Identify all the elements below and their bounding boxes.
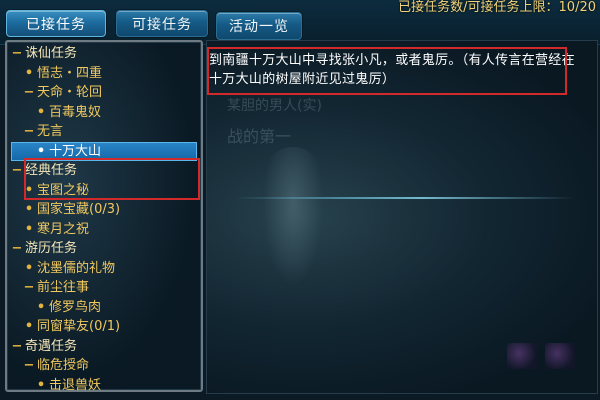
collapse-icon[interactable]: − — [11, 337, 23, 357]
scene-glow-line — [235, 197, 575, 199]
quest-label: 击退兽妖 — [49, 377, 102, 393]
bullet-icon: • — [36, 143, 46, 159]
quest-item-row[interactable]: • 修罗鸟肉 — [11, 298, 197, 318]
quest-label: 悟志・四重 — [37, 65, 103, 81]
quest-label: 修罗鸟肉 — [49, 299, 102, 315]
scene-icon — [545, 343, 575, 369]
scene-faded-text: 战的第一 — [227, 127, 292, 146]
quest-item-row[interactable]: • 寒月之祝 — [11, 220, 197, 240]
quest-description: 到南疆十万大山中寻找张小凡，或者鬼厉。（有人传言在营经在十万大山的树屋附近见过鬼… — [209, 53, 575, 87]
quest-count-label: 已接任务数/可接任务上限：10/20 — [398, 0, 596, 15]
quest-item-row[interactable]: • 悟志・四重 — [11, 64, 197, 84]
quest-label: 无言 — [37, 124, 64, 139]
quest-item-row[interactable]: − 天命・轮回 — [11, 83, 197, 103]
bullet-icon: • — [24, 319, 34, 334]
collapse-icon[interactable]: − — [23, 356, 35, 376]
scene-faded-text: 某胆的男人(实) — [227, 98, 322, 114]
collapse-icon[interactable]: − — [23, 83, 35, 103]
top-bar: 已接任务 可接任务 活动一览 已接任务数/可接任务上限：10/20 — [0, 0, 600, 45]
quest-label: 百毒鬼奴 — [49, 104, 102, 120]
scene-figure — [263, 147, 323, 287]
quest-label: 宝图之秘 — [37, 182, 90, 198]
quest-label: 临危授命 — [37, 358, 90, 373]
quest-item-row[interactable]: • 十万大山 — [11, 141, 197, 161]
collapse-icon[interactable]: − — [11, 239, 23, 259]
tab-available-quests[interactable]: 可接任务 — [116, 10, 208, 37]
quest-label: 游历任务 — [25, 241, 78, 256]
quest-label: 诛仙任务 — [25, 46, 78, 61]
quest-item-row[interactable]: • 宝图之秘 — [11, 181, 197, 201]
quest-item-row[interactable]: − 临危授命 — [11, 356, 197, 376]
quest-label: 同窗挚友(0/1) — [37, 319, 121, 334]
quest-detail-panel: 某胆的男人(实) 战的第一 到南疆十万大山中寻找张小凡，或者鬼厉。（有人传言在营… — [206, 40, 598, 394]
quest-category-row[interactable]: − 奇遇任务 — [11, 337, 197, 357]
quest-label: 国家宝藏(0/3) — [37, 202, 121, 217]
scene-icons — [507, 343, 587, 369]
quest-item-row[interactable]: − 前尘往事 — [11, 278, 197, 298]
quest-item-row[interactable]: − 无言 — [11, 122, 197, 142]
tab-activity-overview[interactable]: 活动一览 — [216, 12, 302, 40]
bullet-icon: • — [24, 221, 34, 237]
quest-tree: − 诛仙任务 • 悟志・四重 − 天命・轮回 • 百毒鬼奴 − 无言 • 十万大山 − 经典任务 • 宝图之秘… — [11, 44, 197, 395]
bullet-icon: • — [36, 377, 46, 393]
quest-label: 天命・轮回 — [37, 85, 103, 100]
collapse-icon[interactable]: − — [23, 278, 35, 298]
collapse-icon[interactable]: − — [11, 161, 23, 181]
quest-label: 十万大山 — [49, 143, 102, 159]
quest-item-row[interactable]: • 击退兽妖 — [11, 376, 197, 396]
quest-list-panel: − 诛仙任务 • 悟志・四重 − 天命・轮回 • 百毒鬼奴 − 无言 • 十万大山 − 经典任务 • 宝图之秘… — [5, 40, 203, 395]
bullet-icon: • — [36, 299, 46, 315]
bullet-icon: • — [36, 104, 46, 120]
quest-item-row[interactable]: • 同窗挚友(0/1) — [11, 317, 197, 337]
bullet-icon: • — [24, 202, 34, 217]
collapse-icon[interactable]: − — [11, 44, 23, 64]
tab-accepted-quests[interactable]: 已接任务 — [6, 10, 106, 37]
quest-item-row[interactable]: • 沈墨儒的礼物 — [11, 259, 197, 279]
quest-label: 奇遇任务 — [25, 338, 78, 354]
bullet-icon: • — [24, 182, 34, 198]
quest-category-row[interactable]: − 游历任务 — [11, 239, 197, 259]
quest-label: 寒月之祝 — [37, 221, 90, 237]
quest-item-row[interactable]: • 百毒鬼奴 — [11, 103, 197, 123]
bullet-icon: • — [24, 260, 34, 276]
quest-item-row[interactable]: • 国家宝藏(0/3) — [11, 200, 197, 220]
quest-label: 经典任务 — [25, 163, 78, 178]
quest-category-row[interactable]: − 诛仙任务 — [11, 44, 197, 64]
quest-category-row[interactable]: − 经典任务 — [11, 161, 197, 181]
collapse-icon[interactable]: − — [23, 122, 35, 142]
bullet-icon: • — [24, 65, 34, 81]
quest-label: 沈墨儒的礼物 — [37, 260, 116, 276]
quest-label: 前尘往事 — [37, 280, 90, 295]
scene-icon — [507, 343, 537, 369]
